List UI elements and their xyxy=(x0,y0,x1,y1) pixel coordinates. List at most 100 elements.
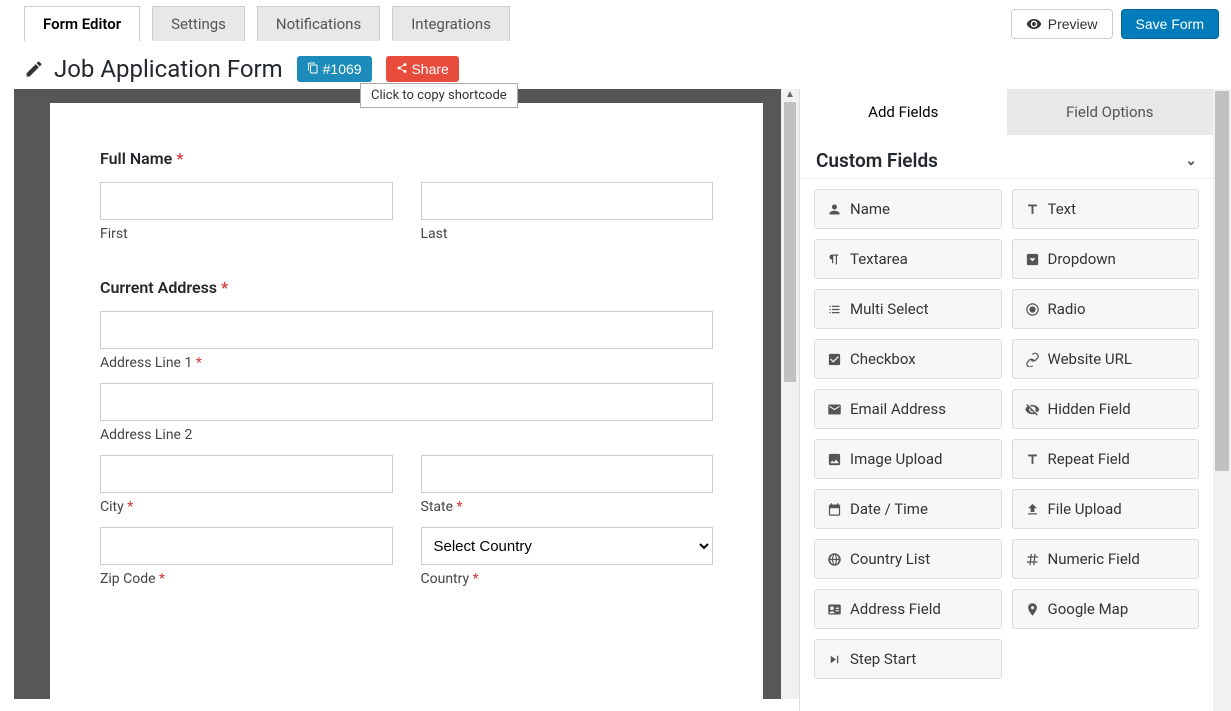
country-select[interactable]: Select Country xyxy=(421,527,714,565)
tab-notifications[interactable]: Notifications xyxy=(257,6,380,41)
fullname-label: Full Name * xyxy=(100,149,713,168)
text-icon xyxy=(1025,202,1040,217)
shortcode-button[interactable]: #1069 xyxy=(297,56,372,82)
field-type-label: Name xyxy=(850,200,890,218)
addr2-sublabel: Address Line 2 xyxy=(100,427,713,443)
eye-icon xyxy=(1026,16,1042,32)
link-icon xyxy=(1025,352,1040,367)
addr-icon xyxy=(827,602,842,617)
addr1-sublabel: Address Line 1 * xyxy=(100,355,713,371)
share-button[interactable]: Share xyxy=(386,56,459,82)
pencil-icon[interactable] xyxy=(24,59,44,79)
field-type-label: Image Upload xyxy=(850,450,942,468)
field-type-label: Hidden Field xyxy=(1048,400,1131,418)
field-type-label: Repeat Field xyxy=(1048,450,1130,468)
hash-icon xyxy=(1025,552,1040,567)
field-type-label: Website URL xyxy=(1048,350,1132,368)
list-icon xyxy=(827,302,842,317)
preview-button[interactable]: Preview xyxy=(1011,9,1113,39)
field-type-file-upload[interactable]: File Upload xyxy=(1012,489,1200,529)
field-type-name[interactable]: Name xyxy=(814,189,1002,229)
upload-icon xyxy=(1025,502,1040,517)
field-type-email-address[interactable]: Email Address xyxy=(814,389,1002,429)
share-icon xyxy=(396,62,408,74)
form-canvas: Full Name * First Last Current xyxy=(14,89,799,699)
field-type-label: Dropdown xyxy=(1048,250,1116,268)
mail-icon xyxy=(827,402,842,417)
step-icon xyxy=(827,652,842,667)
tab-integrations[interactable]: Integrations xyxy=(392,6,510,41)
map-icon xyxy=(1025,602,1040,617)
hidden-icon xyxy=(1025,402,1040,417)
field-type-google-map[interactable]: Google Map xyxy=(1012,589,1200,629)
field-type-numeric-field[interactable]: Numeric Field xyxy=(1012,539,1200,579)
save-form-button[interactable]: Save Form xyxy=(1121,9,1219,39)
field-type-label: Country List xyxy=(850,550,930,568)
field-type-label: Email Address xyxy=(850,400,946,418)
dropdown-icon xyxy=(1025,252,1040,267)
field-type-label: Numeric Field xyxy=(1048,550,1140,568)
field-type-label: File Upload xyxy=(1048,500,1122,518)
field-type-label: Text xyxy=(1048,200,1077,218)
first-sublabel: First xyxy=(100,226,393,242)
copy-icon xyxy=(307,62,319,74)
field-type-textarea[interactable]: Textarea xyxy=(814,239,1002,279)
field-type-dropdown[interactable]: Dropdown xyxy=(1012,239,1200,279)
repeat-icon xyxy=(1025,452,1040,467)
field-type-label: Checkbox xyxy=(850,350,916,368)
field-address[interactable]: Current Address * Address Line 1 * Addre… xyxy=(100,278,713,587)
field-type-label: Textarea xyxy=(850,250,908,268)
field-type-label: Address Field xyxy=(850,600,941,618)
last-name-input[interactable] xyxy=(421,182,714,220)
form-title: Job Application Form xyxy=(24,55,283,83)
shortcode-tooltip: Click to copy shortcode xyxy=(360,83,518,108)
first-name-input[interactable] xyxy=(100,182,393,220)
field-type-step-start[interactable]: Step Start xyxy=(814,639,1002,679)
country-sublabel: Country * xyxy=(421,571,714,587)
tab-settings[interactable]: Settings xyxy=(152,6,245,41)
field-type-repeat-field[interactable]: Repeat Field xyxy=(1012,439,1200,479)
field-type-label: Date / Time xyxy=(850,500,928,518)
state-sublabel: State * xyxy=(421,499,714,515)
globe-icon xyxy=(827,552,842,567)
custom-fields-section[interactable]: Custom Fields ⌄ xyxy=(800,135,1213,179)
address-label: Current Address * xyxy=(100,278,713,297)
field-type-website-url[interactable]: Website URL xyxy=(1012,339,1200,379)
field-type-label: Multi Select xyxy=(850,300,929,318)
field-type-label: Google Map xyxy=(1048,600,1129,618)
sidetab-field-options[interactable]: Field Options xyxy=(1007,89,1214,135)
field-type-label: Radio xyxy=(1048,300,1086,318)
canvas-scrollbar[interactable]: ▲ xyxy=(781,89,799,699)
field-type-multi-select[interactable]: Multi Select xyxy=(814,289,1002,329)
address-line2-input[interactable] xyxy=(100,383,713,421)
state-input[interactable] xyxy=(421,455,714,493)
field-type-checkbox[interactable]: Checkbox xyxy=(814,339,1002,379)
address-line1-input[interactable] xyxy=(100,311,713,349)
field-type-radio[interactable]: Radio xyxy=(1012,289,1200,329)
field-fullname[interactable]: Full Name * First Last xyxy=(100,149,713,242)
sidebar-scrollbar[interactable] xyxy=(1213,89,1231,711)
radio-icon xyxy=(1025,302,1040,317)
tab-form-editor[interactable]: Form Editor xyxy=(24,6,140,41)
field-type-date-time[interactable]: Date / Time xyxy=(814,489,1002,529)
city-sublabel: City * xyxy=(100,499,393,515)
cal-icon xyxy=(827,502,842,517)
para-icon xyxy=(827,252,842,267)
field-type-country-list[interactable]: Country List xyxy=(814,539,1002,579)
others-section[interactable]: Others ⌄ xyxy=(800,697,1213,711)
field-type-hidden-field[interactable]: Hidden Field xyxy=(1012,389,1200,429)
zip-input[interactable] xyxy=(100,527,393,565)
field-type-label: Step Start xyxy=(850,650,916,668)
chevron-down-icon: ⌄ xyxy=(1185,153,1197,169)
main-nav-tabs: Form Editor Settings Notifications Integ… xyxy=(24,6,510,41)
last-sublabel: Last xyxy=(421,226,714,242)
image-icon xyxy=(827,452,842,467)
check-icon xyxy=(827,352,842,367)
field-type-address-field[interactable]: Address Field xyxy=(814,589,1002,629)
zip-sublabel: Zip Code * xyxy=(100,571,393,587)
field-type-text[interactable]: Text xyxy=(1012,189,1200,229)
field-type-image-upload[interactable]: Image Upload xyxy=(814,439,1002,479)
city-input[interactable] xyxy=(100,455,393,493)
user-icon xyxy=(827,202,842,217)
sidetab-add-fields[interactable]: Add Fields xyxy=(800,89,1007,135)
